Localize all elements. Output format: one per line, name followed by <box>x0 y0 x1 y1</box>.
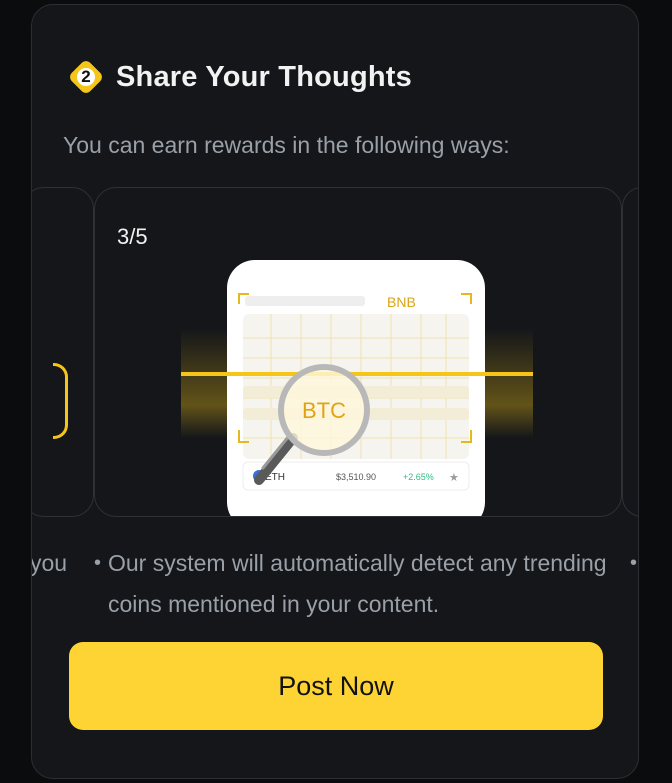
card-subtitle: You can earn rewards in the following wa… <box>63 132 510 158</box>
carousel-slide-previous[interactable] <box>32 187 94 517</box>
card-title: Share Your Thoughts <box>116 60 412 93</box>
row-change: +2.65% <box>403 472 434 482</box>
top-coin-tag: BNB <box>387 294 416 310</box>
post-now-button[interactable]: Post Now <box>69 642 603 730</box>
step-number-badge: 2 <box>67 58 105 96</box>
share-thoughts-card: 2 Share Your Thoughts You can earn rewar… <box>31 4 639 779</box>
carousel-slide-next[interactable] <box>622 187 638 517</box>
bullet-dot: • <box>94 552 102 574</box>
slide-description: Our system will automatically detect any… <box>108 550 607 617</box>
step-number: 2 <box>81 67 91 86</box>
previous-slide-text: you <box>31 550 68 576</box>
carousel-slide-current[interactable]: 3/5 ETH $3,510.90 +2.65% ★ BNB BTC <box>94 187 622 517</box>
magnified-coin: BTC <box>302 398 346 423</box>
row-price: $3,510.90 <box>336 472 376 482</box>
svg-text:★: ★ <box>449 472 459 484</box>
coin-detection-illustration: ETH $3,510.90 +2.65% ★ BNB BTC <box>181 260 533 516</box>
step-header: 2 Share Your Thoughts <box>67 58 412 96</box>
next-bullet-dot: • <box>630 552 638 574</box>
slide-counter: 3/5 <box>117 224 148 249</box>
